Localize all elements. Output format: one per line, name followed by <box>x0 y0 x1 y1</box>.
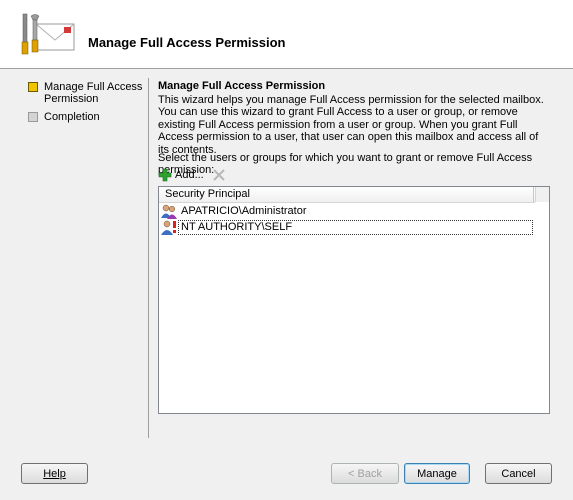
user-denied-icon <box>161 220 176 235</box>
sidebar-item-label: Completion <box>44 111 100 123</box>
wizard-tools-icon <box>21 13 75 55</box>
content-panel: Manage Full Access Permission This wizar… <box>158 80 553 156</box>
wizard-header: Manage Full Access Permission <box>0 0 573 69</box>
content-title: Manage Full Access Permission <box>158 80 326 92</box>
help-button[interactable]: Help <box>21 463 88 484</box>
list-header: Security Principal <box>159 187 535 203</box>
add-button-label: Add... <box>175 169 204 181</box>
vertical-divider <box>148 78 149 438</box>
list-item[interactable]: APATRICIO\Administrator <box>161 204 533 220</box>
back-button-label: < Back <box>348 468 382 480</box>
sidebar-item-label: Manage Full Access Permission <box>44 81 143 105</box>
add-button[interactable]: Add... <box>158 167 204 183</box>
principal-name: NT AUTHORITY\SELF <box>178 220 533 235</box>
list-item[interactable]: NT AUTHORITY\SELF <box>161 220 533 236</box>
column-separator[interactable] <box>533 187 534 202</box>
help-button-label: Help <box>43 468 66 480</box>
step-pending-icon <box>28 112 38 122</box>
security-principal-list[interactable]: Security Principal APATRICIO\Administrat… <box>158 186 550 414</box>
manage-button-label: Manage <box>417 468 457 480</box>
content-description: This wizard helps you manage Full Access… <box>158 94 544 156</box>
column-header-security-principal[interactable]: Security Principal <box>165 188 250 200</box>
principal-name: APATRICIO\Administrator <box>181 205 307 217</box>
page-title: Manage Full Access Permission <box>88 35 286 50</box>
cancel-button[interactable]: Cancel <box>485 463 552 484</box>
users-group-icon <box>161 204 177 219</box>
back-button[interactable]: < Back <box>331 463 399 484</box>
manage-button[interactable]: Manage <box>404 463 470 484</box>
plus-icon <box>158 168 172 182</box>
step-active-icon <box>28 82 38 92</box>
remove-icon[interactable] <box>212 168 226 182</box>
header-corner <box>535 187 549 202</box>
cancel-button-label: Cancel <box>501 468 536 480</box>
